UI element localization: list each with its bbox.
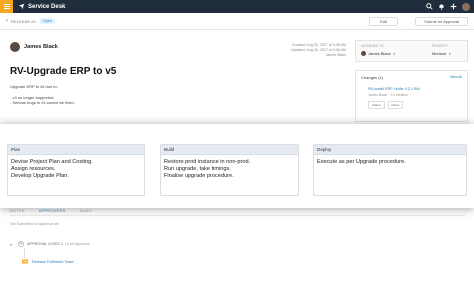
change-meta: James Black · 1:1 Medium (368, 93, 408, 97)
phase-title: Build (161, 145, 298, 155)
phase-body: Restore prod instance in non-prod. Run u… (161, 155, 298, 184)
phase-line: Run upgrade, take timings. (164, 166, 231, 172)
submit-approval-button[interactable]: Submit for Approval (415, 17, 468, 26)
search-icon[interactable] (426, 3, 433, 10)
approval-level-count: (1) All approvers (64, 242, 90, 246)
phase-title: Plan (8, 145, 144, 155)
priority-value: Medium (432, 51, 447, 56)
assignment-panel: ASSIGNED TO James Black ▼ PRIORITY Mediu… (355, 40, 468, 62)
phases-overlay: Plan Devise Project Plan and Costing. As… (0, 124, 474, 208)
back-arrow-icon[interactable]: ‹ (6, 18, 8, 24)
page-title: RV-Upgrade ERP to v5 (10, 66, 117, 77)
team-icon (22, 259, 28, 264)
approval-status: Not Submitted for Approval yet (10, 222, 59, 226)
description-line: - Serious bugs in v3 cannot be fixed. (10, 100, 75, 105)
menu-icon[interactable] (0, 0, 13, 13)
assigned-value: James Black (368, 51, 391, 56)
phase-line: Assign resources. (11, 166, 56, 172)
priority-select[interactable]: Medium ▼ (432, 51, 451, 56)
assigned-label: ASSIGNED TO (361, 44, 384, 48)
changes-header[interactable]: Changes (1) (361, 75, 383, 80)
chevron-down-icon[interactable]: ▾ (10, 242, 12, 247)
breadcrumb[interactable]: RELEASE #1 (11, 19, 36, 24)
top-bar: Service Desk (0, 0, 474, 13)
change-link[interactable]: RV-install ERP Hotfix 4.2.1 Bld (368, 87, 420, 91)
priority-label: PRIORITY (432, 44, 448, 48)
phase-line: Develop Upgrade Plan. (11, 173, 69, 179)
chevron-down-icon: ▼ (392, 51, 396, 56)
bell-icon[interactable] (438, 3, 445, 10)
description: Upgrade ERP to v5 due to: - v3 no longer… (10, 84, 75, 105)
phase-card-build[interactable]: Build Restore prod instance in non-prod.… (160, 144, 299, 196)
tag-notes[interactable]: Notes (387, 101, 404, 109)
phase-body: Execute as per Upgrade procedure. (314, 155, 466, 170)
approval-level[interactable]: ▾ + APPROVAL LEVEL 1 (1) All approvers (10, 241, 90, 247)
tag-attach[interactable]: Attach (368, 101, 385, 109)
phase-body: Devise Project Plan and Costing. Assign … (8, 155, 144, 184)
divider (10, 215, 465, 216)
phase-line: Restore prod instance in non-prod. (164, 159, 251, 165)
view-all-link[interactable]: View All (449, 75, 462, 79)
phase-card-plan[interactable]: Plan Devise Project Plan and Costing. As… (7, 144, 145, 196)
phase-title: Deploy (314, 145, 466, 155)
app-brand[interactable]: Service Desk (18, 3, 65, 10)
status-badge[interactable]: Open (40, 18, 55, 24)
app-title: Service Desk (28, 3, 66, 10)
author: James Black (10, 42, 58, 52)
author-name: James Black (24, 44, 58, 50)
phase-card-deploy[interactable]: Deploy Execute as per Upgrade procedure. (313, 144, 467, 196)
plus-icon[interactable] (450, 3, 457, 10)
edit-button[interactable]: Edit (369, 17, 398, 26)
assigned-select[interactable]: James Black ▼ (361, 51, 396, 56)
team-name[interactable]: Release Fulfilment Team (32, 260, 74, 264)
avatar (361, 51, 366, 56)
record-meta: Created: Aug 30, 2017 at 9:38 AM Updated… (282, 43, 346, 58)
record-header: ‹ RELEASE #1 Open Edit Submit for Approv… (0, 13, 474, 30)
add-icon[interactable]: + (18, 241, 25, 247)
avatar (10, 42, 20, 52)
phase-line: Finalise upgrade procedure. (164, 173, 234, 179)
changes-panel: Changes (1) View All RV-install ERP Hotf… (355, 70, 468, 122)
phase-line: Execute as per Upgrade procedure. (317, 159, 406, 165)
service-desk-logo-icon (18, 3, 25, 10)
divider (24, 248, 25, 258)
approval-level-label: APPROVAL LEVEL 1 (27, 242, 63, 246)
approver-team[interactable]: Release Fulfilment Team (22, 259, 74, 264)
chevron-down-icon: ▼ (448, 51, 452, 56)
top-icons (426, 0, 470, 13)
phase-line: Devise Project Plan and Costing. (11, 159, 93, 165)
user-avatar[interactable] (462, 2, 470, 11)
change-tags: Attach Notes (368, 101, 404, 109)
updated-by: James Black (325, 53, 346, 57)
